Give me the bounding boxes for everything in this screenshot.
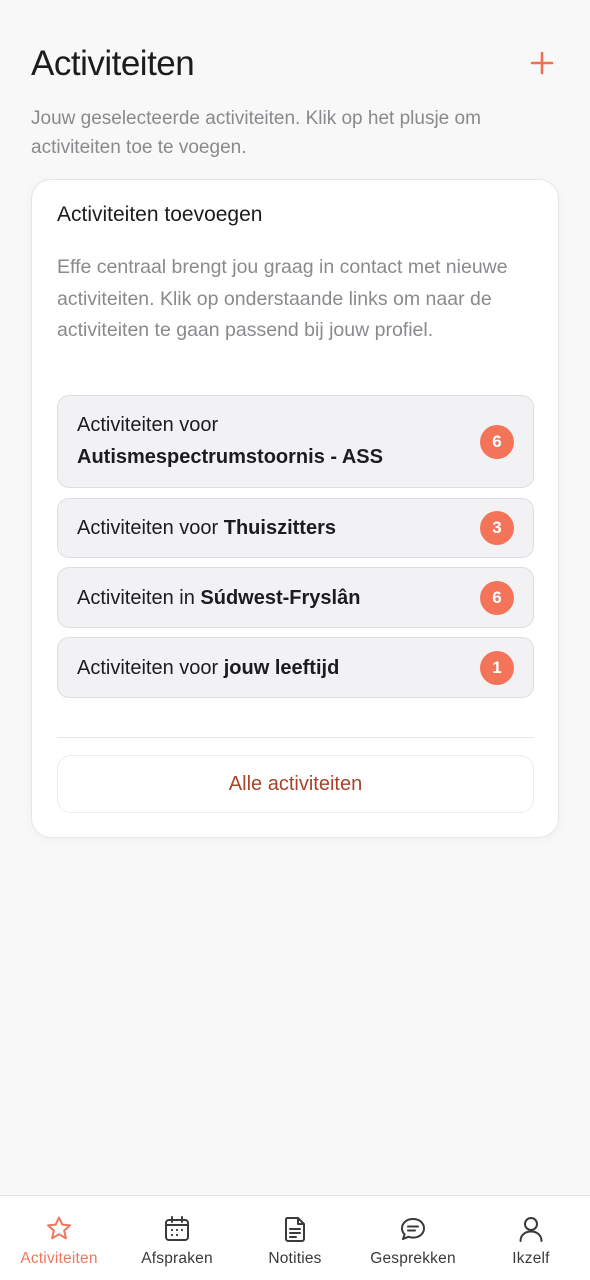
link-thuiszitters-activities[interactable]: Activiteiten voor Thuiszitters 3: [57, 498, 534, 558]
person-icon: [516, 1214, 546, 1244]
document-icon: [280, 1214, 310, 1244]
divider: [57, 737, 534, 738]
link-label: Activiteiten voor jouw leeftijd: [77, 657, 340, 679]
chat-bubble-icon: [398, 1214, 428, 1244]
tab-notities[interactable]: Notities: [236, 1196, 354, 1280]
link-age-activities[interactable]: Activiteiten voor jouw leeftijd 1: [57, 637, 534, 698]
page-title: Activiteiten: [31, 44, 195, 83]
all-activities-button[interactable]: Alle activiteiten: [57, 755, 534, 813]
count-badge: 6: [480, 581, 514, 615]
tab-label: Gesprekken: [370, 1250, 456, 1267]
link-region-activities[interactable]: Activiteiten in Súdwest-Fryslân 6: [57, 567, 534, 628]
link-label: Activiteiten voor Thuiszitters: [77, 517, 336, 539]
count-badge: 3: [480, 511, 514, 545]
count-badge: 1: [480, 651, 514, 685]
add-activities-card: Activiteiten toevoegen Effe centraal bre…: [31, 179, 559, 838]
header: Activiteiten: [31, 40, 559, 88]
add-activity-button[interactable]: [527, 48, 557, 78]
tab-activiteiten[interactable]: Activiteiten: [0, 1196, 118, 1280]
bottom-tab-bar: Activiteiten Afspraken Notities Gesprekk…: [0, 1195, 590, 1280]
tab-label: Activiteiten: [20, 1250, 98, 1267]
page-subtitle: Jouw geselecteerde activiteiten. Klik op…: [31, 108, 481, 158]
star-icon: [44, 1214, 74, 1244]
plus-icon: [530, 51, 554, 75]
calendar-icon: [162, 1214, 192, 1244]
count-badge: 6: [480, 425, 514, 459]
tab-label: Ikzelf: [512, 1250, 550, 1267]
tab-label: Afspraken: [141, 1250, 213, 1267]
link-ass-activities[interactable]: Activiteiten voor Autismespectrumstoorni…: [57, 395, 534, 488]
card-title: Activiteiten toevoegen: [57, 203, 263, 226]
tab-ikzelf[interactable]: Ikzelf: [472, 1196, 590, 1280]
tab-gesprekken[interactable]: Gesprekken: [354, 1196, 472, 1280]
link-label: Activiteiten voor Autismespectrumstoorni…: [77, 414, 383, 468]
tab-afspraken[interactable]: Afspraken: [118, 1196, 236, 1280]
tab-label: Notities: [268, 1250, 322, 1267]
link-label: Activiteiten in Súdwest-Fryslân: [77, 587, 361, 609]
card-description: Effe centraal brengt jou graag in contac…: [57, 256, 508, 341]
